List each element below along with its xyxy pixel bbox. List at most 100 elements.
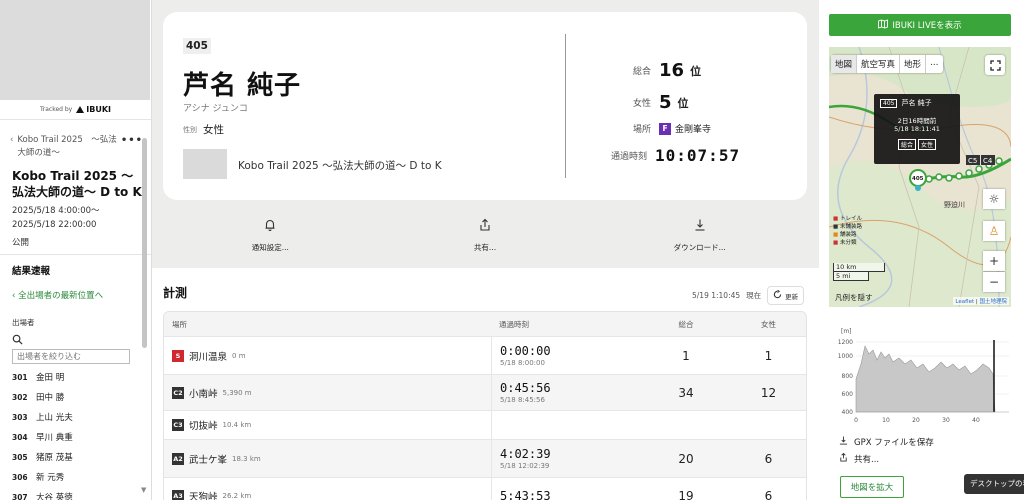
desktop-view-tooltip[interactable]: デスクトップの表示 <box>964 474 1024 494</box>
refresh-icon <box>773 289 782 301</box>
tab-more[interactable]: … <box>926 55 943 73</box>
event-link[interactable]: Kobo Trail 2025 ～弘法大師の道～ D to K <box>238 158 442 173</box>
table-row[interactable]: A3 天狗峠 26.2 km 5:43:53 19 6 <box>164 477 806 500</box>
bell-icon <box>263 218 277 234</box>
passing-time: 通過時刻 10:07:57 <box>611 146 741 165</box>
minus-icon: − <box>988 275 1000 289</box>
map-share-link[interactable]: 共有... <box>839 452 879 465</box>
table-row[interactable]: S 洞川温泉 0 m 0:00:00 5/18 8:00:00 1 1 <box>164 336 806 374</box>
event-title: Kobo Trail 2025 ～弘法大師の道～ D to K <box>12 169 142 199</box>
map-type-tabs: 地図 航空写真 地形 … <box>831 55 943 73</box>
pegman-icon: ♙ <box>988 224 1000 238</box>
chevron-left-icon[interactable]: ‹ <box>10 134 13 147</box>
expand-map-button[interactable]: 地図を拡大 <box>840 476 904 498</box>
latest-position-link[interactable]: ‹ 全出場者の最新位置へ <box>0 277 151 301</box>
right-panel: IBUKI LIVEを表示 C5 C4 405 野迫川 地図 航空写真 地形 …… <box>819 0 1024 500</box>
runner-kana: アシナ ジュンコ <box>183 104 248 114</box>
map-attribution: Leaflet | 国土地理院 <box>953 297 1009 305</box>
y-tick: 1000 <box>838 353 853 360</box>
participant-filter-input[interactable] <box>12 349 130 364</box>
event-banner-image <box>0 0 150 100</box>
fullscreen-icon <box>989 56 1001 75</box>
runner-list-item[interactable]: 303 上山 光夫 <box>12 407 139 427</box>
runner-list-item[interactable]: 307 大谷 英徳 <box>12 487 139 500</box>
sun-icon: ☼ <box>988 192 1000 206</box>
share-button[interactable]: 共有... <box>378 207 593 263</box>
runner-card: 405 芦名 純子 アシナ ジュンコ 性別 女性 Kobo Trail 2025… <box>163 12 807 200</box>
overall-rank: 総合 16 位 <box>633 60 702 81</box>
download-icon <box>839 436 848 448</box>
popup-tag-female[interactable]: 女性 <box>918 139 937 150</box>
location-code-badge: F <box>659 122 672 135</box>
runner-list-item[interactable]: 301 金田 明 <box>12 367 139 387</box>
tab-map[interactable]: 地図 <box>831 55 858 73</box>
y-tick: 400 <box>842 409 854 416</box>
download-icon <box>693 218 707 234</box>
share-icon <box>478 218 492 234</box>
card-divider <box>565 34 566 178</box>
brightness-button[interactable]: ☼ <box>983 189 1005 209</box>
more-icon[interactable]: ••• <box>121 134 143 147</box>
checkpoint-badge: A3 <box>172 489 184 500</box>
x-tick: 0 <box>854 417 858 424</box>
runner-list-item[interactable]: 302 田中 勝 <box>12 387 139 407</box>
x-tick: 10 <box>882 417 890 424</box>
popup-tag-overall[interactable]: 総合 <box>897 139 916 150</box>
tab-aerial[interactable]: 航空写真 <box>857 55 901 73</box>
x-tick: 20 <box>912 417 920 424</box>
gsi-link[interactable]: 国土地理院 <box>979 299 1007 305</box>
table-row[interactable]: C2 小南峠 5,390 m 0:45:56 5/18 8:45:56 34 12 <box>164 374 806 410</box>
results-heading: 結果速報 <box>12 266 51 277</box>
checkpoint-label-c5: C5 <box>968 157 977 165</box>
results-title: 計測 <box>163 286 188 300</box>
ibuki-live-button[interactable]: IBUKI LIVEを表示 <box>829 14 1011 36</box>
participants-label: 出場者 <box>12 318 35 327</box>
leaflet-link[interactable]: Leaflet <box>955 299 974 305</box>
results-panel: 計測 5/19 1:10:45 現在 更新 場所 通過時刻 総合 女性 S 洞川温… <box>152 268 819 500</box>
refresh-button[interactable]: 更新 <box>767 286 805 305</box>
runner-list-item[interactable]: 305 猪原 茂基 <box>12 447 139 467</box>
share-icon <box>839 452 848 465</box>
notify-settings-button[interactable]: 通知設定... <box>163 207 378 263</box>
zoom-in-button[interactable]: + <box>983 251 1005 271</box>
tracked-by[interactable]: Tracked by IBUKI <box>0 100 151 120</box>
zoom-out-button[interactable]: − <box>983 272 1005 292</box>
checkpoint-badge: C3 <box>172 419 184 431</box>
runner-list-item[interactable]: 306 新 元秀 <box>12 467 139 487</box>
event-thumbnail[interactable] <box>183 149 227 179</box>
table-row[interactable]: C3 切抜峠 10.4 km <box>164 410 806 439</box>
search-icon[interactable] <box>0 328 151 345</box>
sidebar-scrollbar[interactable] <box>142 138 147 348</box>
action-bar: 通知設定... 共有... ダウンロード... <box>163 207 807 263</box>
save-gpx-link[interactable]: GPX ファイルを保存 <box>839 436 934 448</box>
elevation-unit: [m] <box>841 328 852 335</box>
y-tick: 600 <box>842 391 854 398</box>
event-nav[interactable]: ‹ Kobo Trail 2025 ～弘法大師の道～ ••• <box>0 120 151 160</box>
fullscreen-button[interactable] <box>985 55 1005 75</box>
runner-popup[interactable]: 405 芦名 純子 2日16時間前 5/18 18:11:41 総合 女性 <box>874 94 960 164</box>
gender-rank: 女性 5 位 <box>633 92 689 113</box>
elevation-profile[interactable]: [m] 1200 1000 800 600 400 0 10 20 30 40 <box>829 324 1011 424</box>
street-view-button[interactable]: ♙ <box>983 221 1005 241</box>
download-button[interactable]: ダウンロード... <box>592 207 807 263</box>
map-scale: 10 km 5 mi <box>833 263 885 281</box>
split-table: 場所 通過時刻 総合 女性 S 洞川温泉 0 m 0:00:00 5/18 8:00:… <box>163 311 807 500</box>
scroll-down-arrow[interactable]: ▼ <box>141 486 146 494</box>
sidebar: Tracked by IBUKI ‹ Kobo Trail 2025 ～弘法大師… <box>0 0 152 500</box>
hide-legend-link[interactable]: 凡例を隠す <box>835 292 873 303</box>
course-map[interactable]: C5 C4 405 野迫川 地図 航空写真 地形 … 405 芦名 純子 2日16… <box>829 47 1011 307</box>
runner-marker-label: 405 <box>912 176 924 182</box>
event-short-name[interactable]: Kobo Trail 2025 ～弘法大師の道～ <box>17 134 120 160</box>
table-header: 場所 通過時刻 総合 女性 <box>164 312 806 336</box>
results-updated: 5/19 1:10:45 現在 更新 <box>692 286 805 305</box>
table-row[interactable]: A2 武士ケ峯 18.3 km 4:02:39 5/18 12:02:39 20 6 <box>164 439 806 477</box>
x-tick: 40 <box>972 417 980 424</box>
visibility-label: 公開 <box>0 232 151 255</box>
x-tick: 30 <box>942 417 950 424</box>
y-tick: 800 <box>842 373 854 380</box>
checkpoint-badge: A2 <box>172 452 184 465</box>
tab-terrain[interactable]: 地形 <box>900 55 927 73</box>
ibuki-logo: IBUKI <box>76 105 111 114</box>
runner-list-item[interactable]: 304 早川 典重 <box>12 427 139 447</box>
checkpoint-badge: S <box>172 349 184 362</box>
